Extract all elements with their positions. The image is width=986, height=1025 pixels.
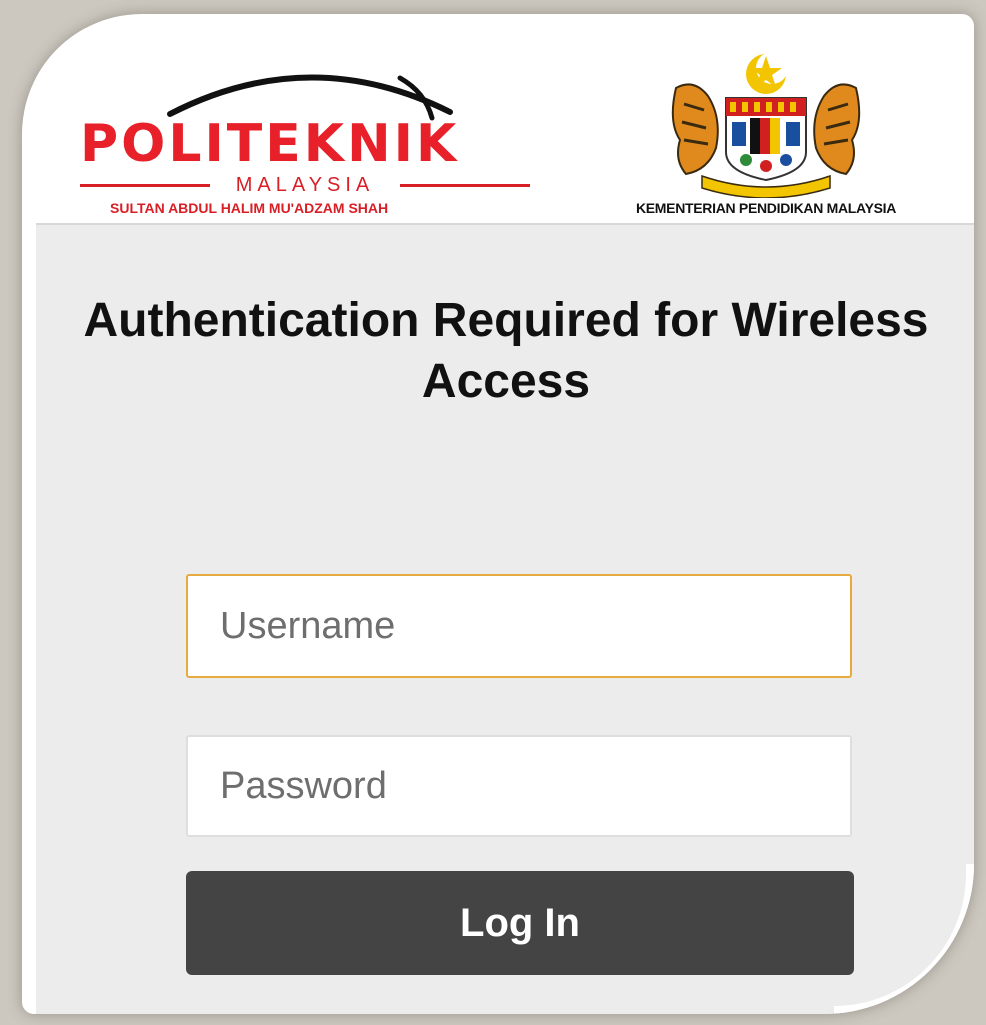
captive-portal-page: POLITEKNIK MALAYSIA SULTAN ABDUL HALIM M… [36,28,974,1014]
login-button[interactable]: Log In [186,871,854,975]
page-title: Authentication Required for Wireless Acc… [83,294,929,408]
logo-subtitle: SULTAN ABDUL HALIM MU'ADZAM SHAH [110,200,389,216]
politeknik-logo: POLITEKNIK MALAYSIA SULTAN ABDUL HALIM M… [80,52,540,217]
portal-header: POLITEKNIK MALAYSIA SULTAN ABDUL HALIM M… [36,28,974,225]
logo-rule-right [400,184,530,187]
logo-arc-icon [167,74,453,121]
slide-frame: POLITEKNIK MALAYSIA SULTAN ABDUL HALIM M… [22,14,974,1014]
ministry-logo: KEMENTERIAN PENDIDIKAN MALAYSIA [606,48,936,223]
ministry-label: KEMENTERIAN PENDIDIKAN MALAYSIA [635,200,897,216]
slide-corner-decoration [834,864,974,1014]
username-input[interactable] [186,574,852,678]
logo-wordmark: POLITEKNIK [80,114,460,174]
coat-of-arms-icon [671,52,861,198]
password-input[interactable] [186,735,852,837]
